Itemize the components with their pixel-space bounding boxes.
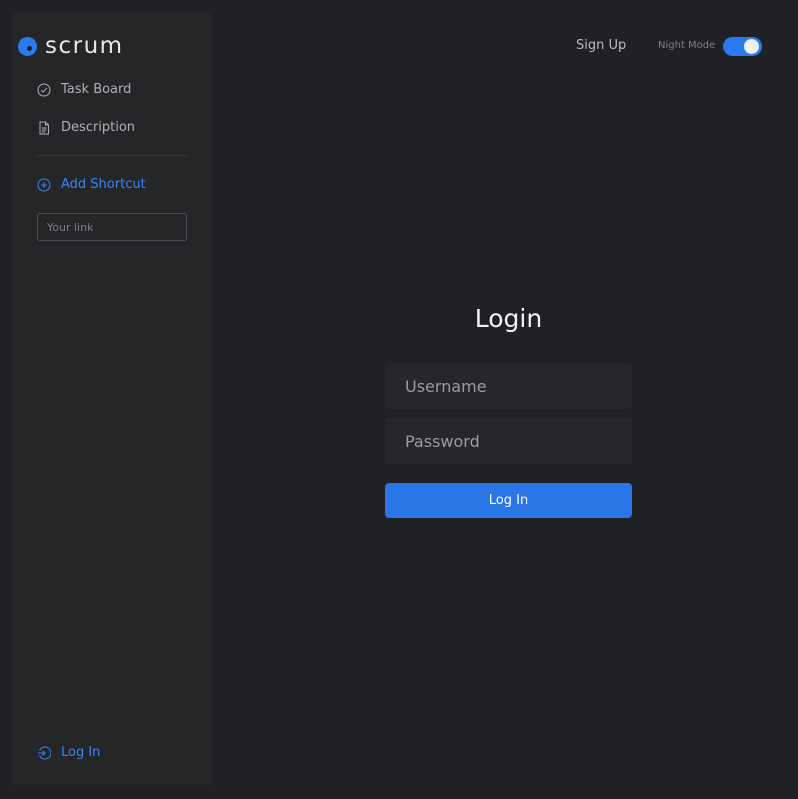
sidebar-item-label: Task Board bbox=[61, 82, 132, 97]
night-mode-toggle[interactable] bbox=[723, 37, 762, 56]
sidebar: scrum Task Board Description Add Shortcu… bbox=[12, 12, 212, 787]
toggle-knob bbox=[744, 39, 759, 54]
signup-link[interactable]: Sign Up bbox=[576, 38, 626, 53]
document-icon bbox=[37, 121, 51, 135]
login-button[interactable]: Log In bbox=[385, 483, 632, 518]
sidebar-item-label: Description bbox=[61, 120, 136, 135]
sidebar-item-task-board[interactable]: Task Board bbox=[37, 82, 131, 97]
shortcut-link-input[interactable] bbox=[37, 213, 187, 241]
login-icon bbox=[37, 746, 51, 760]
add-shortcut-button[interactable]: Add Shortcut bbox=[37, 177, 146, 192]
check-circle-icon bbox=[37, 83, 51, 97]
sidebar-login-label: Log In bbox=[61, 745, 101, 760]
sidebar-item-description[interactable]: Description bbox=[37, 120, 135, 135]
brand-name: scrum bbox=[45, 33, 124, 59]
password-field[interactable] bbox=[385, 418, 632, 464]
add-shortcut-label: Add Shortcut bbox=[61, 177, 146, 192]
brand-logo[interactable]: scrum bbox=[18, 34, 124, 58]
plus-circle-icon bbox=[37, 178, 51, 192]
sidebar-divider bbox=[37, 155, 187, 156]
sidebar-login-link[interactable]: Log In bbox=[37, 745, 100, 760]
username-field[interactable] bbox=[385, 363, 632, 409]
night-mode-label: Night Mode bbox=[658, 40, 716, 51]
page-title: Login bbox=[474, 304, 543, 333]
app-root: scrum Task Board Description Add Shortcu… bbox=[0, 0, 798, 799]
logo-dot-icon bbox=[18, 36, 37, 56]
